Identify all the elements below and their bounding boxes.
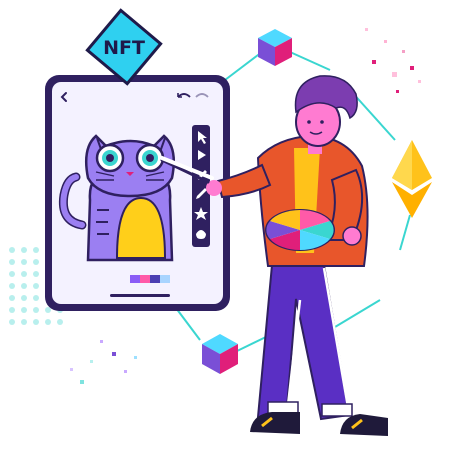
swatch[interactable] — [130, 275, 140, 283]
swatch[interactable] — [140, 275, 150, 283]
ethereum-icon — [392, 140, 432, 218]
cube-icon — [258, 29, 292, 66]
nft-artist-illustration: NFT — [9, 8, 432, 436]
tablet — [45, 75, 230, 311]
cube-icon — [202, 334, 238, 374]
swatch[interactable] — [160, 275, 170, 283]
paint-palette — [265, 209, 335, 251]
color-swatches — [130, 275, 170, 283]
nft-badge-label: NFT — [103, 37, 145, 59]
swatch[interactable] — [150, 275, 160, 283]
